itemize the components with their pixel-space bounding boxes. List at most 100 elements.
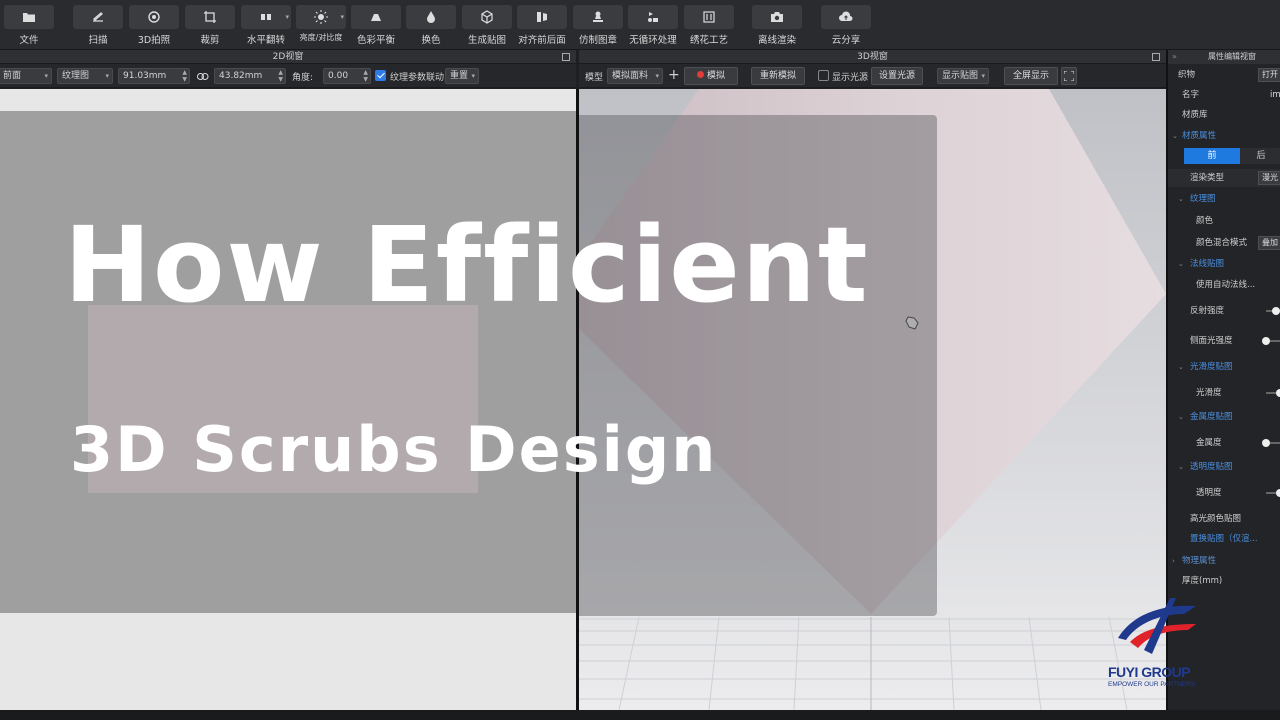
dock-icon[interactable] — [1152, 53, 1160, 61]
set-light-button[interactable]: 设置光源 — [871, 67, 923, 85]
toolbar-stamp-button[interactable]: 仿制图章 — [573, 5, 623, 47]
highlight-map-row[interactable]: 高光颜色贴图 — [1168, 510, 1280, 528]
chevron-down-icon: ▾ — [105, 72, 109, 80]
chevron-down-icon: ⌄ — [1178, 363, 1184, 371]
view3d-titlebar: 3D视窗 — [579, 50, 1166, 64]
blend-mode-select[interactable]: 叠加 — [1258, 236, 1280, 250]
add-icon[interactable]: + — [668, 67, 680, 83]
render-type-row: 渲染类型 漫光 — [1168, 169, 1280, 187]
height-stepper[interactable]: 43.82mm ▲ ▼ — [214, 68, 286, 84]
model-label: 模型 — [585, 73, 604, 83]
angle-stepper[interactable]: 0.00 ▲ ▼ — [323, 68, 371, 84]
fit-view-button[interactable] — [1061, 67, 1077, 85]
overlay-headline: How Efficient — [64, 204, 870, 326]
model-select[interactable]: 模拟面料 ▾ — [607, 68, 663, 84]
color-row[interactable]: 颜色 — [1168, 212, 1280, 230]
toolbar-seamless-button[interactable]: 无循环处理 — [628, 5, 678, 47]
dock-icon[interactable] — [562, 53, 570, 61]
toolbar-align-button[interactable]: 对齐前后面 — [517, 5, 567, 47]
toolbar-crop-button[interactable]: 裁剪 — [185, 5, 235, 47]
floor-grid — [579, 616, 1166, 710]
toolbar-embroidery-button[interactable]: 绣花工艺 — [684, 5, 734, 47]
gloss-section[interactable]: ⌄ 光滑度贴图 — [1168, 358, 1280, 376]
view2d-canvas[interactable] — [0, 89, 576, 710]
opacity-row: 透明度 — [1168, 484, 1280, 502]
seamless-icon — [648, 12, 658, 22]
record-icon — [696, 71, 704, 78]
name-value[interactable]: img — [1270, 86, 1280, 104]
metal-section[interactable]: ⌄ 金属度贴图 — [1168, 408, 1280, 426]
fit-view-icon — [1063, 70, 1075, 82]
view2d-titlebar: 2D视窗 — [0, 50, 576, 64]
thickness-row[interactable]: 厚度(mm) — [1168, 572, 1280, 590]
library-row[interactable]: 材质库 — [1168, 106, 1280, 124]
spin-arrows-icon[interactable]: ▲ ▼ — [182, 69, 187, 83]
scan-icon — [93, 12, 103, 22]
texture-link-label: 纹理参数联动 — [390, 73, 445, 83]
toolbar-flip-button[interactable]: ▾ 水平翻转 — [241, 5, 291, 47]
show-map-select[interactable]: 显示贴图 ▾ — [937, 68, 989, 84]
side-light-slider-knob[interactable] — [1262, 337, 1270, 345]
reset-select[interactable]: 重置 ▾ — [445, 68, 479, 84]
toolbar-offline-render-button[interactable]: 离线渲染 — [752, 5, 802, 47]
show-light-checkbox[interactable] — [818, 70, 829, 81]
spin-arrows-icon[interactable]: ▲ ▼ — [363, 69, 368, 83]
chevron-down-icon: ▾ — [44, 72, 48, 80]
width-stepper[interactable]: 91.03mm ▲ ▼ — [118, 68, 190, 84]
front-back-tabs: 前 后 — [1184, 148, 1280, 164]
view3d-title: 3D视窗 — [857, 52, 888, 62]
opacity-section[interactable]: ⌄ 透明度贴图 — [1168, 458, 1280, 476]
toolbar-file-button[interactable]: 文件 — [4, 5, 54, 47]
layer-select[interactable]: 纹理图 ▾ — [57, 68, 113, 84]
physics-section[interactable]: › 物理属性 — [1168, 552, 1280, 570]
gloss-row: 光滑度 — [1168, 384, 1280, 402]
chevron-down-icon: ⌄ — [1172, 132, 1178, 140]
reflect-slider-knob[interactable] — [1271, 307, 1280, 315]
link-icon[interactable] — [197, 73, 209, 80]
side-select[interactable]: 前面 ▾ — [0, 68, 52, 84]
spin-arrows-icon[interactable]: ▲ ▼ — [278, 69, 283, 83]
show-light-label: 显示光源 — [832, 73, 869, 83]
toolbar-3d-photo-button[interactable]: 3D拍照 — [129, 5, 179, 47]
collapse-icon[interactable]: » — [1172, 50, 1177, 64]
render-camera-icon — [771, 12, 783, 22]
normal-section[interactable]: ⌄ 法线贴图 — [1168, 255, 1280, 273]
tab-front[interactable]: 前 — [1184, 148, 1240, 164]
toolbar-scan-button[interactable]: 扫描 — [73, 5, 123, 47]
gloss-slider-knob[interactable] — [1276, 389, 1280, 397]
logo-name: FUYI GROUP — [1108, 664, 1191, 680]
fullscreen-button[interactable]: 全屏显示 — [1004, 67, 1058, 85]
camera-aperture-icon — [148, 11, 160, 23]
simulate-button[interactable]: 模拟 — [684, 67, 738, 85]
tab-back[interactable]: 后 — [1240, 148, 1280, 164]
render-type-select[interactable]: 漫光 — [1258, 171, 1280, 185]
replace-map-row[interactable]: 置换贴图（仅渲... — [1168, 530, 1280, 548]
reflect-row: 反射强度 — [1168, 302, 1280, 320]
chevron-down-icon: ▾ — [981, 72, 985, 80]
chevron-down-icon: ▾ — [340, 13, 344, 21]
chevron-down-icon: ⌄ — [1178, 413, 1184, 421]
opacity-slider-knob[interactable] — [1276, 489, 1280, 497]
auto-normal-row[interactable]: 使用自动法线... — [1168, 276, 1280, 294]
material-section[interactable]: ⌄ 材质属性 — [1168, 127, 1280, 145]
chevron-down-icon: ▾ — [471, 72, 475, 80]
toolbar-generate-map-button[interactable]: 生成贴图 — [462, 5, 512, 47]
status-bar — [0, 710, 1280, 720]
toolbar-brightness-button[interactable]: ▾ 亮度/对比度 — [296, 5, 346, 47]
toolbar-recolor-button[interactable]: 换色 — [406, 5, 456, 47]
fabric-row: 织物 打开 — [1168, 66, 1280, 84]
logo-slogan: EMPOWER OUR PARTNERS — [1108, 681, 1196, 688]
resimulate-button[interactable]: 重新模拟 — [751, 67, 805, 85]
view2d-controls: 前面 ▾ 纹理图 ▾ 91.03mm ▲ ▼ 43.82mm ▲ ▼ 角度: 0.00 ▲ ▼ … — [0, 64, 576, 88]
fuyi-logo-mark — [1118, 598, 1196, 654]
toolbar-color-balance-button[interactable]: 色彩平衡 — [351, 5, 401, 47]
open-button[interactable]: 打开 — [1258, 68, 1280, 82]
metal-slider-knob[interactable] — [1262, 439, 1270, 447]
cloud-upload-icon — [839, 11, 853, 21]
view3d-canvas[interactable] — [579, 89, 1166, 710]
toolbar-cloud-share-button[interactable]: 云分享 — [821, 5, 871, 47]
texture-link-checkbox[interactable] — [375, 70, 386, 81]
texture-section[interactable]: ⌄ 纹理图 — [1168, 190, 1280, 208]
flip-horizontal-icon — [261, 14, 271, 20]
cube-icon — [481, 10, 493, 24]
